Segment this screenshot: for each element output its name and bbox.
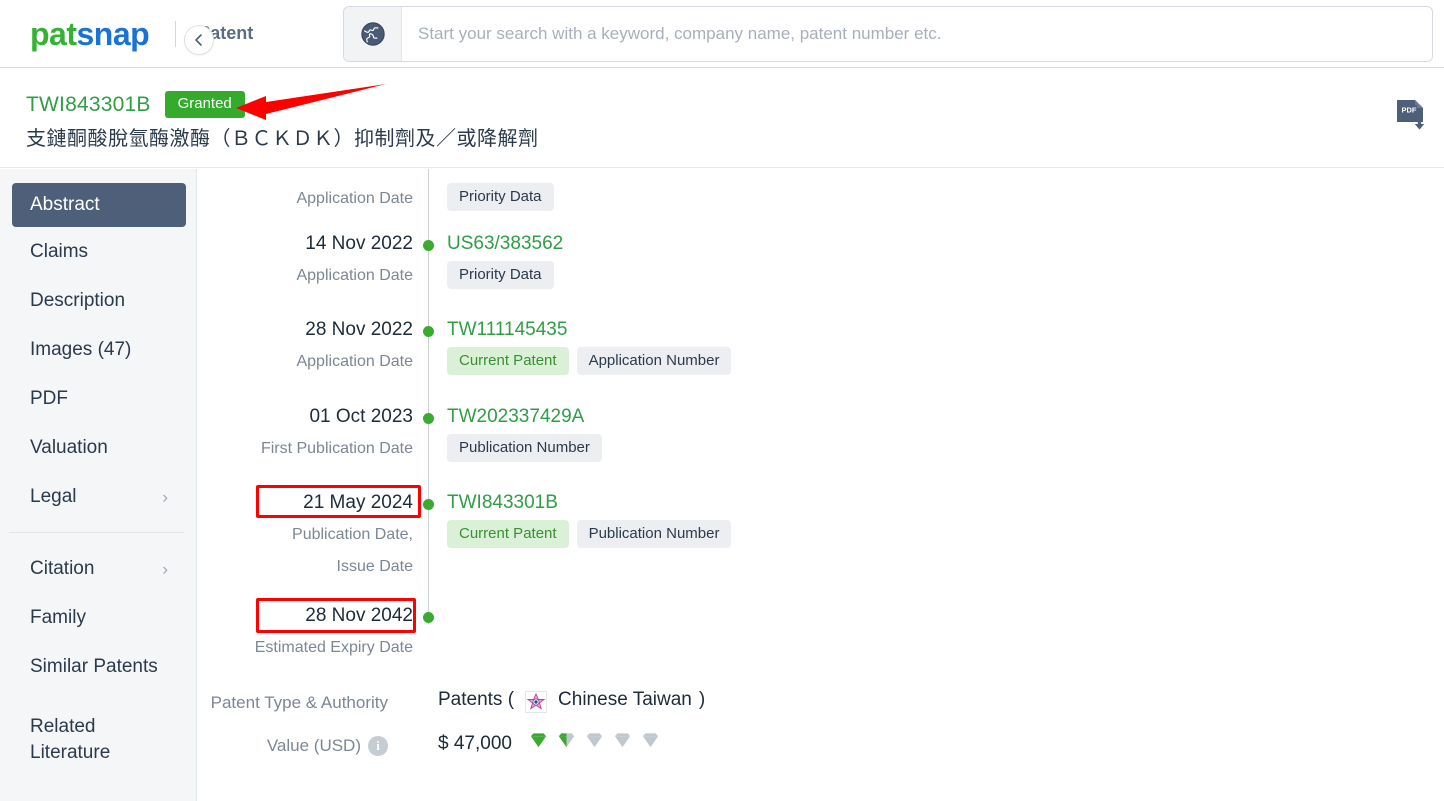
sidebar-divider <box>9 532 184 533</box>
patent-header: TWI843301B Granted 支鏈酮酸脫氫酶激酶（ＢＣＫＤＫ）抑制劑及／… <box>0 69 1444 168</box>
sidebar-collapse-button[interactable] <box>184 25 214 55</box>
timeline-tags: Current Patent Publication Number <box>447 520 732 548</box>
logo-snap-text: snap <box>76 15 150 52</box>
patent-type-suffix: ) <box>698 689 706 710</box>
timeline-sublabel: Publication Date, <box>292 526 413 543</box>
header-divider <box>175 20 177 47</box>
patent-authority-name: Chinese Taiwan <box>558 689 692 710</box>
timeline-sublabel: Application Date <box>296 190 413 207</box>
global-search-bar[interactable] <box>343 6 1433 62</box>
timeline-number-link[interactable]: TW111145435 <box>447 319 567 341</box>
patsnap-logo[interactable]: patsnap <box>30 15 150 52</box>
sidebar-item-label: PDF <box>30 387 68 409</box>
timeline-number-link[interactable]: TW202337429A <box>447 406 584 428</box>
sidebar-item-claims[interactable]: Claims <box>0 227 196 276</box>
sidebar-item-label: Abstract <box>30 194 100 215</box>
timeline-number-link[interactable]: TWI843301B <box>447 492 558 514</box>
timeline-date: 01 Oct 2023 <box>309 406 413 427</box>
timeline-tags: Priority Data <box>447 183 554 211</box>
timeline-sublabel: Application Date <box>296 353 413 370</box>
tag-current-patent[interactable]: Current Patent <box>447 347 569 375</box>
gem-icon-3 <box>585 731 604 756</box>
timeline-sublabel-2: Issue Date <box>336 558 413 575</box>
tag-priority-data[interactable]: Priority Data <box>447 261 554 289</box>
logo-pat-text: pat <box>30 15 77 52</box>
detail-value-patent-type: Patents ( Chinese Taiwan) <box>438 689 706 713</box>
timeline-dot <box>423 612 434 623</box>
patent-timeline-panel: Application Date Priority Data 14 Nov 20… <box>198 169 1444 801</box>
gem-icon-4 <box>613 731 632 756</box>
taiwan-emblem-icon <box>525 691 548 713</box>
patent-value-amount: $ 47,000 <box>438 732 512 754</box>
gem-icon-2-half <box>557 731 576 756</box>
value-usd-text: Value (USD) <box>266 736 361 755</box>
timeline-dot <box>423 326 434 337</box>
patent-identity-row: TWI843301B Granted <box>26 91 245 118</box>
sidebar-item-label: Similar Patents <box>30 655 158 677</box>
sidebar-item-valuation[interactable]: Valuation <box>0 423 196 472</box>
globe-icon[interactable] <box>344 7 402 61</box>
top-navigation-bar: patsnap Patent <box>0 0 1444 68</box>
tag-application-number[interactable]: Application Number <box>576 347 732 375</box>
patent-type-prefix: Patents ( <box>438 689 515 710</box>
sidebar-item-family[interactable]: Family <box>0 593 196 642</box>
sidebar-item-label: Family <box>30 606 86 628</box>
sidebar-item-abstract[interactable]: Abstract <box>12 183 186 227</box>
timeline-dot <box>423 499 434 510</box>
sidebar-item-label: Citation <box>30 557 95 579</box>
sidebar-item-pdf[interactable]: PDF <box>0 374 196 423</box>
timeline-date: 14 Nov 2022 <box>305 233 413 254</box>
chevron-left-icon <box>195 34 202 46</box>
svg-text:PDF: PDF <box>1402 106 1417 115</box>
timeline-axis-line <box>428 169 429 624</box>
tag-publication-number[interactable]: Publication Number <box>576 520 732 548</box>
sidebar-item-label: Valuation <box>30 436 108 458</box>
gem-icon-1 <box>529 731 548 756</box>
info-icon[interactable]: i <box>368 736 388 756</box>
sidebar-item-related-literature[interactable]: Related Literature <box>0 691 196 789</box>
timeline-date: 28 Nov 2022 <box>305 319 413 340</box>
timeline-tags: Priority Data <box>447 261 554 289</box>
status-badge: Granted <box>164 91 245 118</box>
sidebar-item-label: Images (47) <box>30 338 132 360</box>
sidebar-item-label-line2: Literature <box>30 742 111 763</box>
timeline-date: 28 Nov 2042 <box>305 605 413 626</box>
patent-detail-page: patsnap Patent TWI843301B Granted 支鏈酮酸脫氫… <box>0 0 1444 801</box>
sidebar-item-label-line1: Related <box>30 716 96 738</box>
detail-label-patent-type: Patent Type & Authority <box>210 693 388 712</box>
chevron-right-icon: › <box>162 487 168 506</box>
value-rating-gems <box>529 731 660 756</box>
detail-label-value-usd: Value (USD) i <box>198 736 388 756</box>
gem-icon-5 <box>641 731 660 756</box>
patent-title: 支鏈酮酸脫氫酶激酶（ＢＣＫＤＫ）抑制劑及／或降解劑 <box>26 128 539 150</box>
tag-current-patent[interactable]: Current Patent <box>447 520 569 548</box>
timeline-sublabel: Application Date <box>296 267 413 284</box>
sidebar-item-images[interactable]: Images (47) <box>0 325 196 374</box>
sidebar-item-label: Description <box>30 289 126 311</box>
timeline-date: 21 May 2024 <box>303 492 413 513</box>
timeline-sublabel: Estimated Expiry Date <box>254 639 413 656</box>
timeline-sublabel: First Publication Date <box>260 440 413 457</box>
sidebar-item-label: Legal <box>30 485 77 507</box>
sidebar-item-description[interactable]: Description <box>0 276 196 325</box>
left-sidebar-navigation: Abstract Claims Description Images (47) … <box>0 169 197 801</box>
sidebar-item-citation[interactable]: Citation › <box>0 544 196 593</box>
timeline-tags: Publication Number <box>447 434 602 462</box>
timeline-dot <box>423 413 434 424</box>
timeline-dot <box>423 240 434 251</box>
tag-priority-data[interactable]: Priority Data <box>447 183 554 211</box>
timeline-number-link[interactable]: US63/383562 <box>447 233 563 255</box>
sidebar-item-legal[interactable]: Legal › <box>0 472 196 521</box>
detail-value-usd: $ 47,000 <box>438 731 660 756</box>
tag-publication-number[interactable]: Publication Number <box>447 434 602 462</box>
search-input[interactable] <box>402 7 1432 61</box>
timeline-tags: Current Patent Application Number <box>447 347 732 375</box>
pdf-download-icon[interactable]: PDF <box>1394 98 1428 136</box>
patent-number[interactable]: TWI843301B <box>26 93 151 117</box>
chevron-right-icon: › <box>162 559 168 578</box>
sidebar-item-similar-patents[interactable]: Similar Patents <box>0 642 196 691</box>
sidebar-item-label: Claims <box>30 240 89 262</box>
